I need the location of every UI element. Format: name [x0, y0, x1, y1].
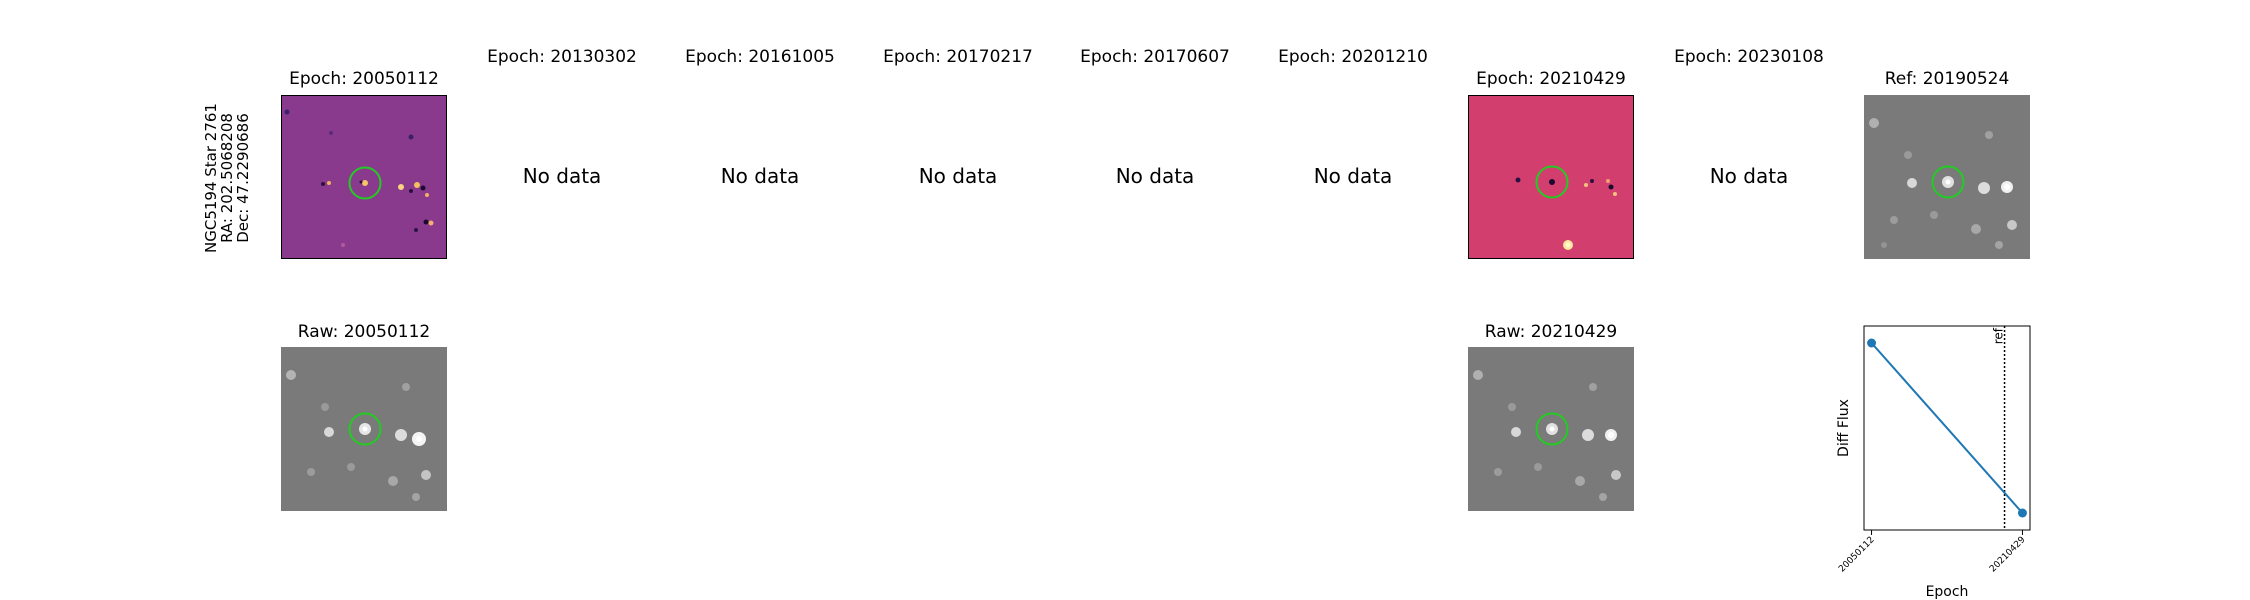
epoch-title-3: Epoch: 20161005 — [685, 47, 835, 67]
no-data-2: No data — [522, 164, 602, 188]
raw-image-20210429 — [1468, 347, 1634, 511]
ref-title: Ref: 20190524 — [1884, 69, 2010, 89]
reference-image — [1864, 95, 2030, 259]
epoch-title-7: Epoch: 20210429 — [1476, 69, 1626, 89]
data-point-20050112 — [1867, 338, 1877, 348]
epoch-title-5: Epoch: 20170607 — [1080, 47, 1230, 67]
raw-image-20050112 — [281, 347, 447, 511]
epoch-title-2: Epoch: 20130302 — [487, 47, 637, 67]
diff-image-20210429 — [1468, 95, 1634, 259]
object-dec: Dec: 47.2290686 — [234, 113, 252, 243]
no-data-3: No data — [720, 164, 800, 188]
epoch-title-1: Epoch: 20050112 — [289, 69, 439, 89]
data-point-20210429 — [2017, 508, 2027, 518]
epoch-title-6: Epoch: 20201210 — [1278, 47, 1428, 67]
raw-title-2: Raw: 20210429 — [1484, 322, 1618, 342]
object-ra: RA: 202.5068208 — [218, 113, 236, 243]
no-data-8: No data — [1709, 164, 1789, 188]
epoch-title-4: Epoch: 20170217 — [883, 47, 1033, 67]
object-label: NGC5194 Star 2761 RA: 202.5068208 Dec: 4… — [202, 103, 252, 253]
series-line — [1870, 342, 2024, 514]
epoch-title-8: Epoch: 20230108 — [1674, 47, 1824, 67]
y-axis-label: Diff Flux — [1836, 399, 1852, 457]
no-data-4: No data — [918, 164, 998, 188]
raw-title-1: Raw: 20050112 — [297, 322, 431, 342]
object-name: NGC5194 Star 2761 — [202, 103, 220, 253]
no-data-5: No data — [1115, 164, 1195, 188]
diff-image-20050112 — [281, 95, 447, 259]
x-axis-label: Epoch — [1926, 584, 1969, 600]
x-tick-label: 20050112 — [1837, 535, 1876, 574]
x-tick-label: 20210429 — [1988, 535, 2028, 575]
light-curve-chart: ref 20050112 20210429 Diff Flux Epoch — [1836, 325, 2031, 600]
reference-line-label: ref — [1992, 327, 2006, 344]
no-data-6: No data — [1313, 164, 1393, 188]
